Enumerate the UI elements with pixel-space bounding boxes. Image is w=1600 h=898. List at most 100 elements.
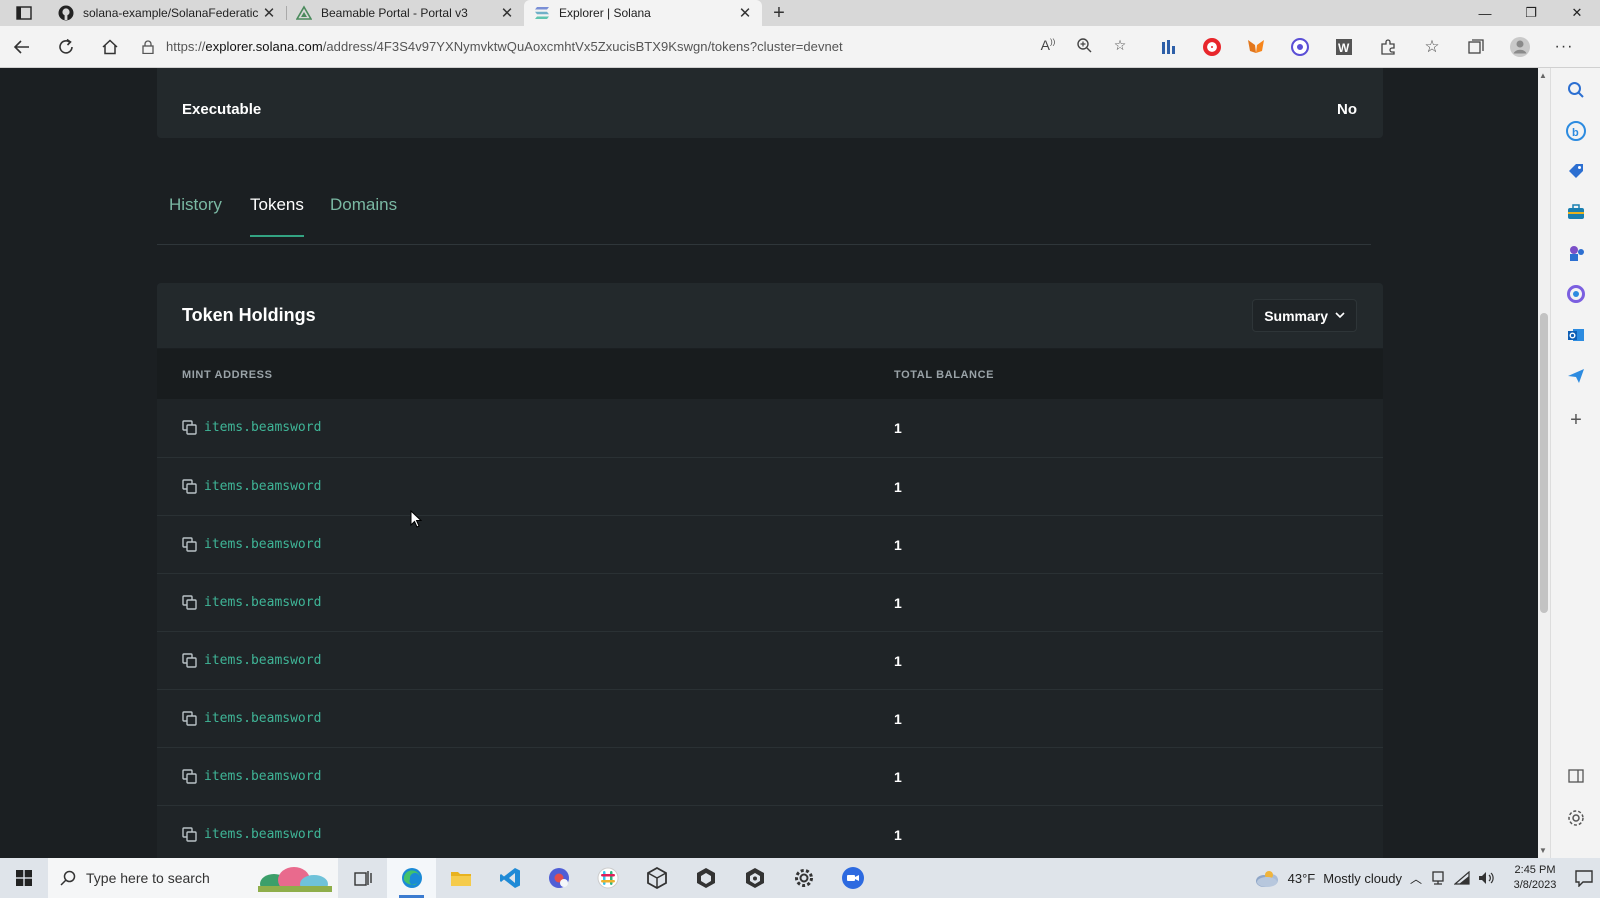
windows-start-button[interactable] xyxy=(0,858,48,898)
show-hidden-icons-chevron-icon[interactable]: ︿ xyxy=(1410,870,1422,887)
tools-briefcase-icon[interactable] xyxy=(1566,202,1586,222)
mint-address-link[interactable]: items.beamsword xyxy=(204,653,321,668)
address-bar[interactable]: https://explorer.solana.com/address/4F3S… xyxy=(136,32,1016,62)
metamask-icon[interactable] xyxy=(1234,26,1278,68)
settings-gear-icon[interactable] xyxy=(779,858,828,898)
tab-actions-button[interactable] xyxy=(0,0,48,26)
copy-icon[interactable] xyxy=(182,420,198,436)
executable-label: Executable xyxy=(182,101,262,118)
column-header-total-balance: TOTAL BALANCE xyxy=(894,369,995,381)
url-text: https://explorer.solana.com/address/4F3S… xyxy=(166,39,843,54)
favorites-icon[interactable]: ☆ xyxy=(1410,26,1454,68)
mint-address-link[interactable]: items.beamsword xyxy=(204,537,321,552)
zoom-app-icon[interactable] xyxy=(828,858,877,898)
token-holdings-header: Token Holdings Summary xyxy=(157,283,1383,349)
bing-chat-icon[interactable]: b xyxy=(1566,121,1586,141)
file-explorer-icon[interactable] xyxy=(436,858,485,898)
opera-extension-icon[interactable] xyxy=(1190,26,1234,68)
mint-address-link[interactable]: items.beamsword xyxy=(204,711,321,726)
chrome-profile-icon[interactable] xyxy=(534,858,583,898)
tab-history[interactable]: History xyxy=(169,195,222,235)
copy-icon[interactable] xyxy=(182,711,198,727)
scrollbar-thumb[interactable] xyxy=(1540,313,1548,613)
outlook-icon[interactable] xyxy=(1566,325,1586,345)
zoom-icon[interactable] xyxy=(1066,37,1102,56)
sidebar-search-icon[interactable] xyxy=(1566,80,1586,100)
svg-text:W: W xyxy=(1338,41,1350,55)
taskbar-clock[interactable]: 2:45 PM 3/8/2023 xyxy=(1504,863,1566,893)
close-window-button[interactable]: ✕ xyxy=(1554,0,1600,26)
extension-stats-icon[interactable] xyxy=(1146,26,1190,68)
microsoft-365-icon[interactable] xyxy=(1566,284,1586,304)
tab-tokens[interactable]: Tokens xyxy=(250,195,304,237)
copy-icon[interactable] xyxy=(182,653,198,669)
mint-address-link[interactable]: items.beamsword xyxy=(204,827,321,842)
copy-icon[interactable] xyxy=(182,537,198,553)
mint-address-link[interactable]: items.beamsword xyxy=(204,479,321,494)
unity-editor-2-icon[interactable] xyxy=(730,858,779,898)
mint-address-link[interactable]: items.beamsword xyxy=(204,769,321,784)
weather-description[interactable]: Mostly cloudy xyxy=(1323,871,1402,886)
tab-domains[interactable]: Domains xyxy=(330,195,397,235)
copy-icon[interactable] xyxy=(182,479,198,495)
page-scrollbar[interactable]: ▲ ▼ xyxy=(1538,68,1550,858)
weather-temperature[interactable]: 43°F xyxy=(1288,871,1316,886)
token-holdings-card: Token Holdings Summary MINT ADDRESS TOTA… xyxy=(157,283,1383,858)
edge-browser-icon[interactable] xyxy=(387,858,436,898)
unity-hub-icon[interactable] xyxy=(632,858,681,898)
tab-actions-icon xyxy=(16,6,32,20)
shopping-tag-icon[interactable] xyxy=(1566,161,1586,181)
home-button[interactable] xyxy=(88,26,132,68)
extensions-puzzle-icon[interactable] xyxy=(1366,26,1410,68)
close-tab-icon[interactable]: ✕ xyxy=(498,4,516,22)
unity-editor-icon[interactable] xyxy=(681,858,730,898)
tab-title: Explorer | Solana xyxy=(559,6,651,20)
restore-button[interactable]: ❐ xyxy=(1508,0,1554,26)
browser-tab-solana-explorer[interactable]: Explorer | Solana ✕ xyxy=(524,0,762,26)
sidebar-toggle-icon[interactable] xyxy=(1566,766,1586,786)
slack-icon[interactable] xyxy=(583,858,632,898)
sidebar-settings-gear-icon[interactable] xyxy=(1566,808,1586,828)
new-tab-button[interactable]: + xyxy=(762,0,796,26)
vscode-icon[interactable] xyxy=(485,858,534,898)
table-header: MINT ADDRESS TOTAL BALANCE xyxy=(157,349,1383,399)
close-tab-icon[interactable]: ✕ xyxy=(736,4,754,22)
weather-cloud-icon[interactable] xyxy=(1254,868,1280,888)
browser-tab-beamable[interactable]: Beamable Portal - Portal v3 ✕ xyxy=(286,0,524,26)
send-icon[interactable] xyxy=(1566,366,1586,386)
games-icon[interactable] xyxy=(1566,243,1586,263)
collections-icon[interactable] xyxy=(1454,26,1498,68)
phantom-extension-icon[interactable] xyxy=(1278,26,1322,68)
copy-icon[interactable] xyxy=(182,595,198,611)
summary-dropdown[interactable]: Summary xyxy=(1252,299,1357,332)
notifications-icon[interactable] xyxy=(1574,869,1594,887)
tab-title: Beamable Portal - Portal v3 xyxy=(321,6,468,20)
task-view-icon[interactable] xyxy=(338,858,387,898)
add-sidebar-item-icon[interactable]: + xyxy=(1566,409,1586,431)
volume-speaker-icon[interactable] xyxy=(1478,870,1496,886)
copy-icon[interactable] xyxy=(182,769,198,785)
mouse-cursor-icon xyxy=(410,510,422,528)
scroll-down-arrow-icon[interactable]: ▼ xyxy=(1539,846,1547,855)
url-scheme: https:// xyxy=(166,39,206,54)
device-meet-icon[interactable] xyxy=(1430,870,1446,886)
browser-tab-github[interactable]: solana-example/SolanaFederatic ✕ xyxy=(48,0,286,26)
w-extension-icon[interactable]: W xyxy=(1322,26,1366,68)
back-button[interactable] xyxy=(0,26,44,68)
read-aloud-icon[interactable]: A)) xyxy=(1030,37,1066,56)
mint-address-link[interactable]: items.beamsword xyxy=(204,420,321,435)
column-header-mint-address: MINT ADDRESS xyxy=(182,369,273,381)
mint-address-link[interactable]: items.beamsword xyxy=(204,595,321,610)
copy-icon[interactable] xyxy=(182,827,198,843)
favorite-star-icon[interactable]: ☆ xyxy=(1102,37,1138,56)
reload-button[interactable] xyxy=(44,26,88,68)
settings-menu-icon[interactable]: ··· xyxy=(1542,26,1586,68)
scroll-up-arrow-icon[interactable]: ▲ xyxy=(1539,71,1547,80)
close-tab-icon[interactable]: ✕ xyxy=(260,4,278,22)
profile-avatar[interactable] xyxy=(1498,26,1542,68)
taskbar-search-box[interactable]: Type here to search xyxy=(48,858,338,898)
network-wifi-icon[interactable] xyxy=(1454,871,1470,885)
minimize-button[interactable]: — xyxy=(1462,0,1508,26)
table-row: items.beamsword 1 xyxy=(157,515,1383,573)
total-balance: 1 xyxy=(894,653,902,669)
